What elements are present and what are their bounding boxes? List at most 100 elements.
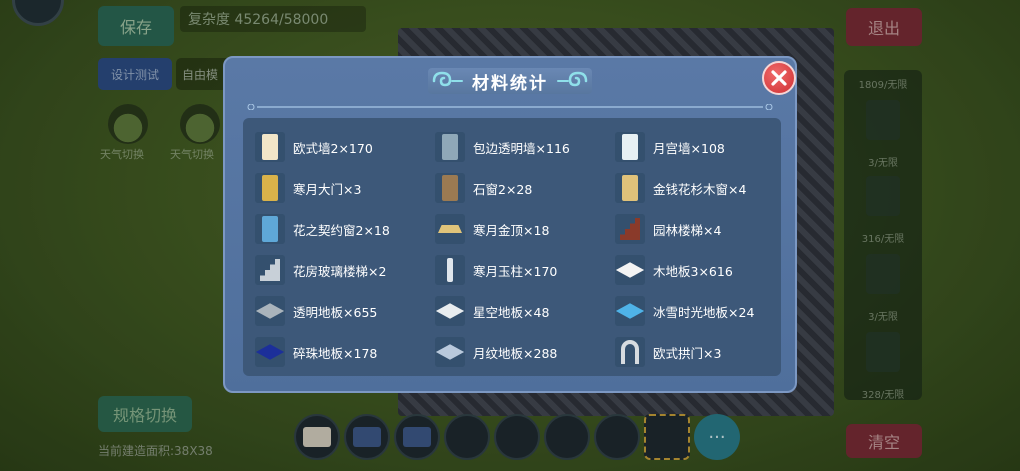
material-label: 寒月玉柱×170 bbox=[473, 261, 557, 280]
material-swatch bbox=[615, 303, 645, 319]
material-name: 石窗2 bbox=[473, 181, 506, 197]
material-swatch bbox=[438, 225, 462, 233]
material-count: ×288 bbox=[523, 345, 558, 361]
material-swatch bbox=[262, 175, 278, 201]
material-name: 花之契约窗2 bbox=[293, 222, 364, 238]
material-item: 寒月金顶×18 bbox=[435, 212, 615, 246]
material-swatch bbox=[262, 216, 278, 242]
material-label: 包边透明墙×116 bbox=[473, 138, 570, 157]
material-label: 花之契约窗2×18 bbox=[293, 220, 390, 239]
material-label: 花房玻璃楼梯×2 bbox=[293, 261, 386, 280]
material-label: 碎珠地板×178 bbox=[293, 343, 377, 362]
dialog-title: 材料统计 bbox=[472, 73, 548, 94]
material-swatch bbox=[255, 303, 285, 319]
material-label: 透明地板×655 bbox=[293, 302, 377, 321]
material-label: 金钱花杉木窗×4 bbox=[653, 179, 746, 198]
material-swatch bbox=[435, 303, 465, 319]
close-button[interactable] bbox=[762, 61, 796, 95]
title-plate: 材料统计 bbox=[428, 68, 592, 94]
material-label: 冰雪时光地板×24 bbox=[653, 302, 754, 321]
material-item: 花房玻璃楼梯×2 bbox=[255, 253, 435, 287]
material-count: ×2 bbox=[368, 263, 387, 279]
material-count: ×4 bbox=[728, 181, 747, 197]
material-label: 寒月大门×3 bbox=[293, 179, 361, 198]
material-label: 星空地板×48 bbox=[473, 302, 549, 321]
material-swatch bbox=[255, 344, 285, 360]
material-label: 园林楼梯×4 bbox=[653, 220, 721, 239]
material-count: ×28 bbox=[505, 181, 533, 197]
material-label: 欧式墙2×170 bbox=[293, 138, 373, 157]
material-item: 星空地板×48 bbox=[435, 294, 615, 328]
glass-wall-icon bbox=[435, 132, 465, 162]
close-icon bbox=[771, 70, 787, 86]
material-swatch bbox=[620, 218, 640, 240]
material-count: ×3 bbox=[343, 181, 362, 197]
moon-wall-icon bbox=[615, 132, 645, 162]
starry-floor-icon bbox=[435, 296, 465, 326]
ice-floor-icon bbox=[615, 296, 645, 326]
material-name: 透明地板 bbox=[293, 304, 344, 320]
material-item: 欧式墙2×170 bbox=[255, 130, 435, 164]
material-item: 月纹地板×288 bbox=[435, 335, 615, 369]
material-count: ×116 bbox=[535, 140, 570, 156]
material-name: 冰雪时光地板 bbox=[653, 304, 729, 320]
material-item: 金钱花杉木窗×4 bbox=[615, 171, 775, 205]
material-swatch bbox=[442, 134, 458, 160]
material-item: 包边透明墙×116 bbox=[435, 130, 615, 164]
material-count: ×616 bbox=[698, 263, 733, 279]
wall-panel-icon bbox=[255, 132, 285, 162]
material-name: 星空地板 bbox=[473, 304, 524, 320]
material-name: 寒月玉柱 bbox=[473, 263, 524, 279]
material-count: ×48 bbox=[523, 304, 550, 320]
material-swatch bbox=[622, 134, 638, 160]
material-name: 月宫墙 bbox=[653, 140, 691, 156]
material-item: 花之契约窗2×18 bbox=[255, 212, 435, 246]
material-name: 欧式拱门 bbox=[653, 345, 704, 361]
material-count: ×178 bbox=[343, 345, 378, 361]
material-label: 欧式拱门×3 bbox=[653, 343, 721, 362]
material-swatch bbox=[615, 262, 645, 278]
material-count: ×170 bbox=[523, 263, 558, 279]
material-name: 欧式墙2 bbox=[293, 140, 339, 156]
material-label: 月宫墙×108 bbox=[653, 138, 725, 157]
material-name: 包边透明墙 bbox=[473, 140, 536, 156]
material-swatch bbox=[621, 340, 639, 364]
material-name: 园林楼梯 bbox=[653, 222, 704, 238]
material-count: ×24 bbox=[728, 304, 755, 320]
materials-dialog: 材料统计 欧式墙2×170 包边透明墙×116 月宫墙×108 寒月大门×3 石窗2×2… bbox=[223, 56, 797, 393]
material-label: 寒月金顶×18 bbox=[473, 220, 549, 239]
material-swatch bbox=[260, 259, 280, 281]
gold-roof-icon bbox=[435, 214, 465, 244]
material-name: 木地板3 bbox=[653, 263, 699, 279]
swirl-ornament-icon bbox=[557, 71, 588, 87]
material-name: 寒月大门 bbox=[293, 181, 344, 197]
material-item: 碎珠地板×178 bbox=[255, 335, 435, 369]
material-item: 木地板3×616 bbox=[615, 253, 775, 287]
material-item: 月宫墙×108 bbox=[615, 130, 775, 164]
material-name: 金钱花杉木窗 bbox=[653, 181, 729, 197]
wood-floor-icon bbox=[615, 255, 645, 285]
material-swatch bbox=[435, 344, 465, 360]
glass-stairs-icon bbox=[255, 255, 285, 285]
material-item: 寒月大门×3 bbox=[255, 171, 435, 205]
material-swatch bbox=[447, 258, 453, 282]
material-item: 寒月玉柱×170 bbox=[435, 253, 615, 287]
materials-grid: 欧式墙2×170 包边透明墙×116 月宫墙×108 寒月大门×3 石窗2×28 金钱花杉… bbox=[255, 130, 775, 370]
material-count: ×655 bbox=[343, 304, 378, 320]
header-divider bbox=[247, 104, 773, 110]
material-label: 月纹地板×288 bbox=[473, 343, 557, 362]
material-name: 月纹地板 bbox=[473, 345, 524, 361]
material-count: ×108 bbox=[690, 140, 725, 156]
material-item: 冰雪时光地板×24 bbox=[615, 294, 775, 328]
material-count: ×170 bbox=[338, 140, 373, 156]
material-item: 欧式拱门×3 bbox=[615, 335, 775, 369]
arch-door-icon bbox=[615, 337, 645, 367]
swirl-ornament-icon bbox=[432, 71, 463, 87]
moon-floor-icon bbox=[435, 337, 465, 367]
material-item: 园林楼梯×4 bbox=[615, 212, 775, 246]
material-name: 寒月金顶 bbox=[473, 222, 524, 238]
flower-window-icon bbox=[255, 214, 285, 244]
material-label: 木地板3×616 bbox=[653, 261, 733, 280]
jade-pillar-icon bbox=[435, 255, 465, 285]
material-count: ×3 bbox=[703, 345, 722, 361]
